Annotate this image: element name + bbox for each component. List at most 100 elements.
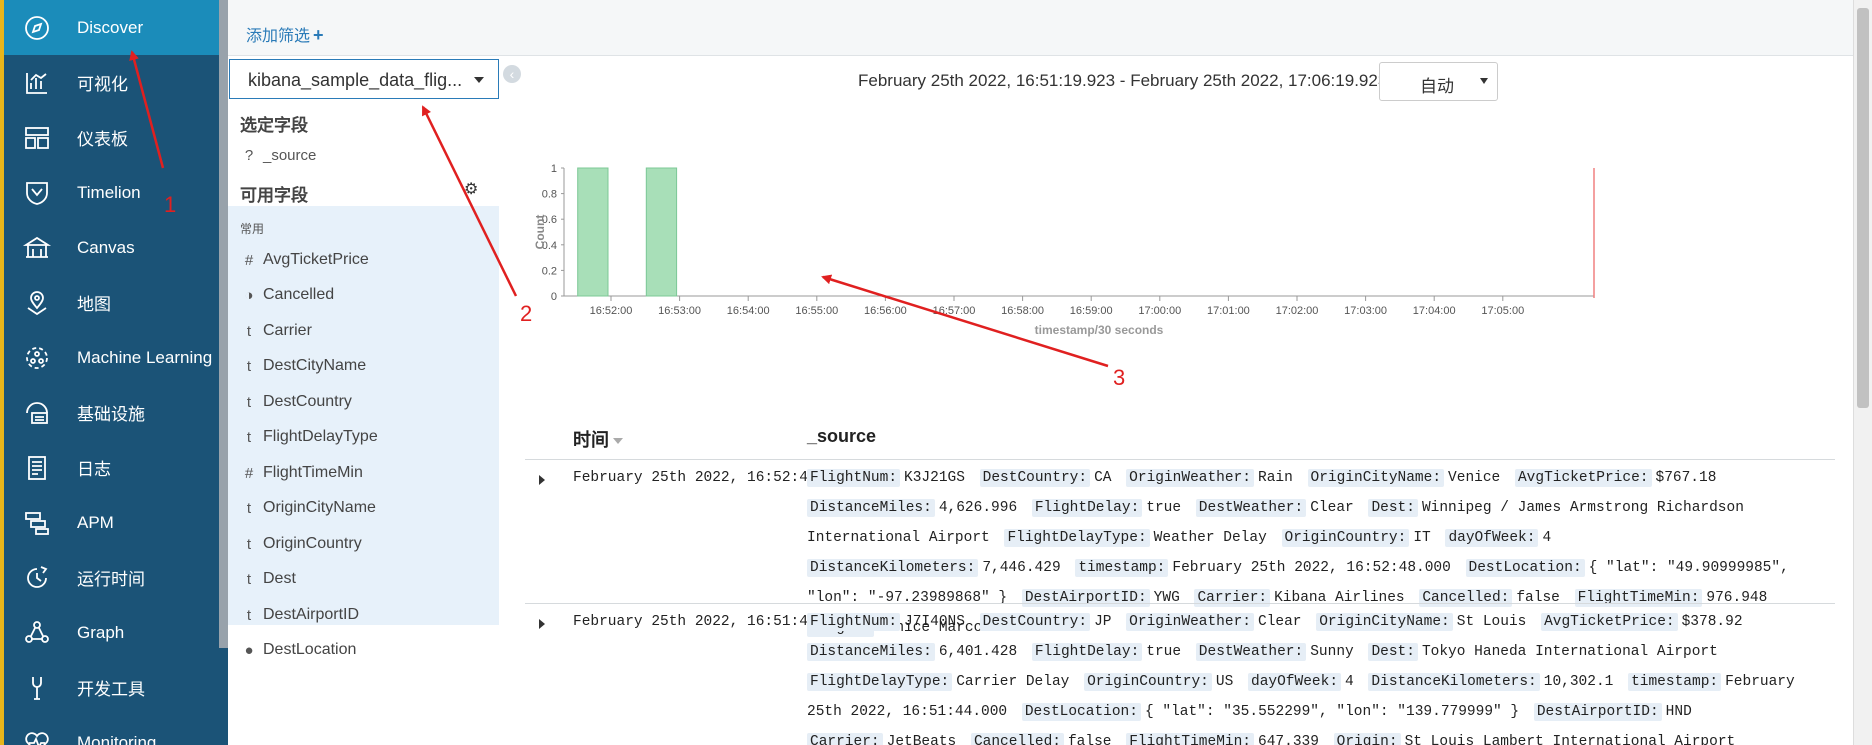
visualize-chart-icon	[22, 68, 52, 98]
nav-item-canvas[interactable]: Canvas	[4, 220, 219, 275]
source-field-value: IT	[1413, 530, 1431, 546]
time-header-label: 时间	[573, 430, 609, 450]
source-field-value: US	[1215, 674, 1234, 690]
field-name: FlightDelayType	[263, 428, 378, 445]
source-field-value: true	[1146, 500, 1182, 516]
add-filter-label: 添加筛选	[246, 28, 311, 45]
machine-learning-icon	[22, 343, 52, 373]
source-field-key: DestWeather:	[1195, 643, 1307, 661]
nav-item-timelion[interactable]: Timelion	[4, 165, 219, 220]
source-field-value: 4,626.996	[938, 500, 1018, 516]
discover-main: February 25th 2022, 16:51:19.923 - Febru…	[499, 56, 1853, 745]
source-field-key: DestLocation:	[1465, 559, 1585, 577]
table-row[interactable]: February 25th 2022, 16:52:48.000 FlightN…	[525, 460, 1835, 637]
expand-row-icon[interactable]	[539, 475, 545, 485]
table-row[interactable]: February 25th 2022, 16:51:44.000 FlightN…	[525, 604, 1835, 745]
wrench-icon	[22, 673, 52, 703]
source-field-key: DistanceMiles:	[807, 499, 935, 517]
scrollbar-thumb[interactable]	[1857, 8, 1869, 408]
field-name: OriginCountry	[263, 535, 362, 552]
time-column-header[interactable]: 时间	[573, 426, 623, 452]
source-column-header: _source	[807, 426, 877, 446]
x-tick-label: 16:53:00	[658, 305, 701, 317]
nav-item-maps[interactable]: 地图	[4, 275, 219, 330]
x-tick-label: 16:52:00	[590, 305, 633, 317]
nav-scrollbar[interactable]	[219, 0, 228, 648]
interval-value: 自动	[1420, 77, 1454, 96]
nav-item-dashboard[interactable]: 仪表板	[4, 110, 219, 165]
field-type-unknown-icon: ?	[244, 146, 254, 164]
add-filter-button[interactable]: 添加筛选 +	[246, 22, 324, 46]
source-field-value: St Louis Lambert International Airport	[1404, 734, 1736, 745]
source-field-value: Sunny	[1310, 644, 1354, 660]
plus-icon: +	[313, 25, 324, 45]
boolean-type-icon: ◑	[244, 286, 254, 304]
nav-item-monitoring[interactable]: Monitoring	[4, 715, 219, 745]
nav-item-machine-learning[interactable]: Machine Learning	[4, 330, 219, 385]
source-field-key: dayOfWeek:	[1248, 673, 1342, 691]
nav-item-visualize[interactable]: 可视化	[4, 55, 219, 110]
source-field-value: $767.18	[1655, 470, 1717, 486]
nav-item-apm[interactable]: APM	[4, 495, 219, 550]
x-axis-label: timestamp/30 seconds	[1035, 323, 1164, 337]
source-field-value: Tokyo Haneda International Airport	[1421, 644, 1718, 660]
source-field-value: Clear	[1310, 500, 1354, 516]
source-field-key: OriginWeather:	[1126, 469, 1254, 487]
graph-icon	[22, 618, 52, 648]
source-field-value: Venice	[1448, 470, 1501, 486]
source-field-key: FlightNum:	[807, 613, 901, 631]
string-type-icon: t	[246, 499, 252, 517]
source-field-key: OriginCityName:	[1316, 613, 1453, 631]
source-field-value: 647.339	[1258, 734, 1319, 745]
string-type-icon: t	[246, 322, 252, 340]
chevron-down-icon	[474, 77, 484, 83]
source-field-key: timestamp:	[1075, 559, 1169, 577]
field-name: FlightTimeMin	[263, 464, 363, 481]
source-field-key: DestCountry:	[979, 613, 1091, 631]
source-field-value: 7,446.429	[982, 560, 1061, 576]
histogram-bar	[645, 167, 678, 297]
index-pattern-value: kibana_sample_data_flig...	[248, 70, 463, 90]
nav-item-dev-tools[interactable]: 开发工具	[4, 660, 219, 715]
index-pattern-select[interactable]: kibana_sample_data_flig...	[229, 59, 499, 99]
common-fields-label: 常用	[240, 222, 265, 236]
nav-item-logs[interactable]: 日志	[4, 440, 219, 495]
source-field-value: Carrier Delay	[956, 674, 1070, 690]
field-name: DestLocation	[263, 641, 357, 658]
y-tick-label: 0.8	[542, 189, 557, 201]
nav-item-graph[interactable]: Graph	[4, 605, 219, 660]
field-sidebar: kibana_sample_data_flig... ‹ 选定字段 ? _sou…	[228, 56, 521, 745]
kibana-discover-app: Discover 可视化 仪表板 Timelion Canvas 地图 Mach…	[0, 0, 1872, 745]
logs-icon	[22, 453, 52, 483]
source-field-key: Dest:	[1368, 643, 1418, 661]
y-tick-label: 0.2	[542, 265, 557, 277]
page-scrollbar[interactable]	[1853, 0, 1872, 745]
source-field-key: AvgTicketPrice:	[1514, 469, 1652, 487]
histogram-bar	[577, 167, 609, 297]
source-field-key: Dest:	[1368, 499, 1418, 517]
source-field-value: 10,302.1	[1543, 674, 1614, 690]
x-tick-label: 17:04:00	[1413, 305, 1456, 317]
source-field-key: Cancelled:	[970, 733, 1064, 745]
nav-item-discover[interactable]: Discover	[4, 0, 219, 55]
sort-icon[interactable]	[613, 438, 623, 445]
source-field-value: HND	[1665, 704, 1692, 720]
source-field-key: DestWeather:	[1195, 499, 1307, 517]
x-tick-label: 17:01:00	[1207, 305, 1250, 317]
string-type-icon: t	[246, 428, 252, 446]
source-field-key: FlightNum:	[807, 469, 901, 487]
source-field-key: Origin:	[1333, 733, 1401, 745]
expand-row-icon[interactable]	[539, 619, 545, 629]
selected-field-source[interactable]: ? _source	[228, 134, 499, 176]
field-name: AvgTicketPrice	[263, 251, 369, 268]
nav-item-uptime[interactable]: 运行时间	[4, 550, 219, 605]
field-name: DestCountry	[263, 393, 352, 410]
source-field-key: dayOfWeek:	[1445, 529, 1539, 547]
nav-item-infrastructure[interactable]: 基础设施	[4, 385, 219, 440]
gear-icon[interactable]: ⚙	[464, 179, 478, 199]
interval-select[interactable]: 自动	[1379, 62, 1498, 101]
field-DestLocation[interactable]: ● DestLocation	[228, 629, 499, 671]
uptime-icon	[22, 563, 52, 593]
y-tick-label: 0	[551, 291, 557, 303]
dashboard-icon	[22, 123, 52, 153]
